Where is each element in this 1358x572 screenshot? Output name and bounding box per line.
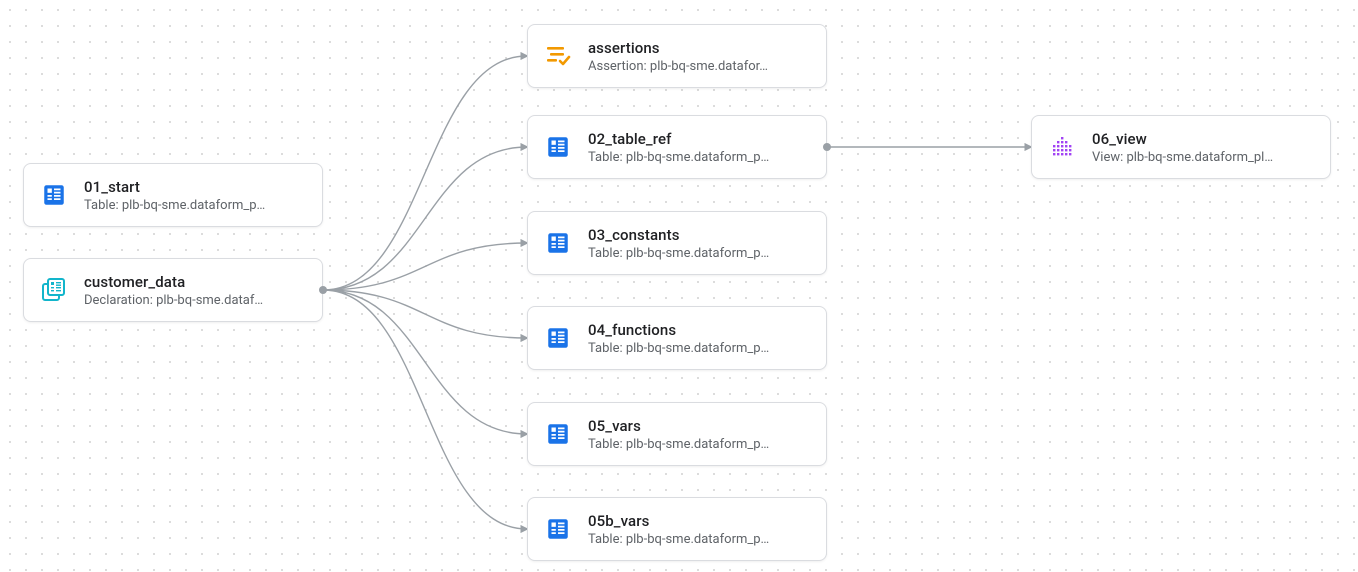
node-text: customer_data Declaration: plb-bq-sme.da…: [84, 273, 306, 308]
table-icon: [40, 181, 68, 209]
edge: [323, 56, 527, 290]
node-05b-vars[interactable]: 05b_vars Table: plb-bq-sme.dataform_p…: [527, 497, 827, 561]
node-subtitle: Table: plb-bq-sme.dataform_p…: [588, 341, 810, 356]
node-subtitle: Table: plb-bq-sme.dataform_p…: [588, 150, 810, 165]
node-text: assertions Assertion: plb-bq-sme.datafor…: [588, 39, 810, 74]
table-icon: [544, 133, 572, 161]
edge: [323, 147, 527, 290]
node-title: 05_vars: [588, 417, 810, 435]
node-customer-data[interactable]: customer_data Declaration: plb-bq-sme.da…: [23, 258, 323, 322]
node-title: 04_functions: [588, 321, 810, 339]
node-text: 04_functions Table: plb-bq-sme.dataform_…: [588, 321, 810, 356]
node-text: 01_start Table: plb-bq-sme.dataform_p…: [84, 178, 306, 213]
edge: [323, 290, 527, 434]
table-icon: [544, 420, 572, 448]
node-title: customer_data: [84, 273, 306, 291]
node-01-start[interactable]: 01_start Table: plb-bq-sme.dataform_p…: [23, 163, 323, 227]
declaration-icon: [40, 276, 68, 304]
node-subtitle: Table: plb-bq-sme.dataform_p…: [588, 532, 810, 547]
table-icon: [544, 229, 572, 257]
table-icon: [544, 324, 572, 352]
edge: [323, 290, 527, 338]
view-icon: [1048, 133, 1076, 161]
edge: [323, 290, 527, 529]
node-subtitle: Assertion: plb-bq-sme.datafor…: [588, 59, 810, 74]
node-title: 06_view: [1092, 130, 1314, 148]
node-subtitle: Declaration: plb-bq-sme.dataf…: [84, 293, 306, 308]
table-icon: [544, 515, 572, 543]
edge: [323, 243, 527, 290]
node-subtitle: View: plb-bq-sme.dataform_pl…: [1092, 150, 1314, 165]
node-assertions[interactable]: assertions Assertion: plb-bq-sme.datafor…: [527, 24, 827, 88]
graph-canvas[interactable]: 01_start Table: plb-bq-sme.dataform_p… c…: [0, 0, 1358, 572]
output-port[interactable]: [319, 286, 327, 294]
node-title: 05b_vars: [588, 512, 810, 530]
node-03-constants[interactable]: 03_constants Table: plb-bq-sme.dataform_…: [527, 211, 827, 275]
node-title: 03_constants: [588, 226, 810, 244]
node-text: 03_constants Table: plb-bq-sme.dataform_…: [588, 226, 810, 261]
node-text: 05_vars Table: plb-bq-sme.dataform_p…: [588, 417, 810, 452]
node-subtitle: Table: plb-bq-sme.dataform_p…: [588, 246, 810, 261]
node-subtitle: Table: plb-bq-sme.dataform_p…: [588, 437, 810, 452]
node-title: assertions: [588, 39, 810, 57]
node-06-view[interactable]: 06_view View: plb-bq-sme.dataform_pl…: [1031, 115, 1331, 179]
node-02-table-ref[interactable]: 02_table_ref Table: plb-bq-sme.dataform_…: [527, 115, 827, 179]
node-subtitle: Table: plb-bq-sme.dataform_p…: [84, 198, 306, 213]
node-text: 02_table_ref Table: plb-bq-sme.dataform_…: [588, 130, 810, 165]
node-title: 02_table_ref: [588, 130, 810, 148]
node-text: 05b_vars Table: plb-bq-sme.dataform_p…: [588, 512, 810, 547]
node-04-functions[interactable]: 04_functions Table: plb-bq-sme.dataform_…: [527, 306, 827, 370]
assertion-icon: [544, 42, 572, 70]
output-port[interactable]: [823, 143, 831, 151]
node-text: 06_view View: plb-bq-sme.dataform_pl…: [1092, 130, 1314, 165]
node-05-vars[interactable]: 05_vars Table: plb-bq-sme.dataform_p…: [527, 402, 827, 466]
node-title: 01_start: [84, 178, 306, 196]
